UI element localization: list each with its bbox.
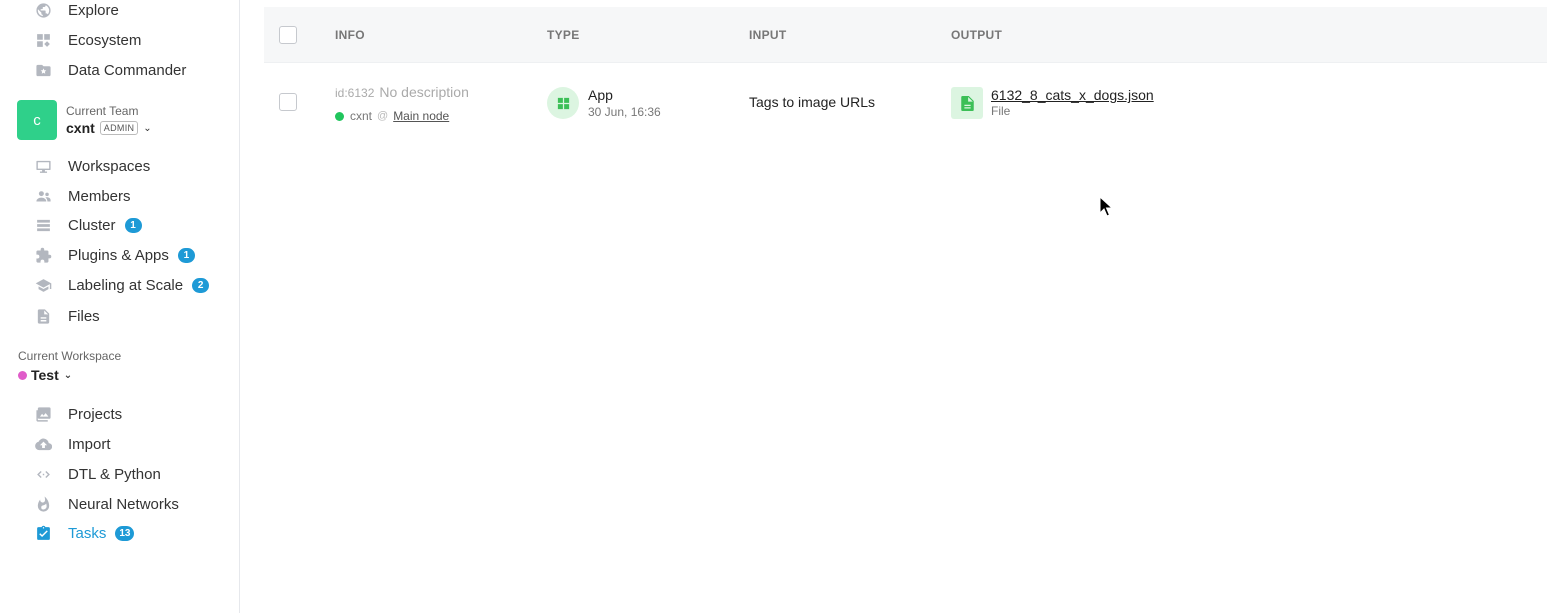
workspace-switcher[interactable]: Test ⌄ (18, 367, 72, 383)
code-icon (34, 465, 52, 483)
sidebar-item-import[interactable]: Import (34, 432, 111, 456)
sidebar-item-workspaces[interactable]: Workspaces (34, 154, 150, 178)
sidebar-item-label: Tasks (68, 524, 107, 542)
file-icon (34, 307, 52, 325)
task-description: No description (379, 84, 469, 100)
role-badge: ADMIN (99, 121, 139, 135)
images-icon (34, 405, 52, 423)
at-symbol: @ (377, 110, 389, 122)
tasks-panel: INFO TYPE INPUT OUTPUT id:6132 No descrip… (241, 0, 1547, 613)
sidebar-item-label: Projects (68, 405, 123, 423)
sidebar-item-explore[interactable]: Explore (34, 0, 119, 22)
sidebar-item-label: Labeling at Scale (68, 276, 184, 294)
team-name: cxnt (66, 120, 95, 136)
members-icon (34, 187, 52, 205)
team-switcher[interactable]: c Current Team cxnt ADMIN ⌄ (17, 100, 152, 140)
sidebar-item-labeling-at-scale[interactable]: Labeling at Scale 2 (34, 273, 210, 297)
file-icon (951, 87, 983, 119)
sidebar-item-plugins-apps[interactable]: Plugins & Apps 1 (34, 243, 195, 267)
status-dot (335, 111, 344, 121)
table-row: id:6132 No description cxnt @ Main node A… (264, 63, 1547, 141)
task-user: cxnt (350, 109, 373, 123)
sidebar-item-label: DTL & Python (68, 465, 161, 483)
sidebar-item-cluster[interactable]: Cluster 1 (34, 213, 142, 237)
sidebar-item-label: Files (68, 307, 100, 325)
cluster-icon (34, 216, 52, 234)
puzzle-icon (34, 246, 52, 264)
sidebar: Explore Ecosystem Data Commander c Curre… (0, 0, 240, 613)
sidebar-item-neural-networks[interactable]: Neural Networks (34, 492, 179, 516)
sidebar-item-label: Plugins & Apps (68, 246, 169, 264)
column-header-input: INPUT (749, 28, 787, 42)
select-all-checkbox[interactable] (279, 26, 297, 44)
row-checkbox[interactable] (279, 93, 297, 111)
sidebar-item-label: Import (68, 435, 111, 453)
count-badge: 1 (124, 217, 142, 233)
workspace-dot (18, 370, 27, 380)
sidebar-item-label: Ecosystem (68, 31, 142, 49)
sidebar-item-members[interactable]: Members (34, 184, 131, 208)
count-badge: 13 (115, 525, 135, 541)
task-input: Tags to image URLs (749, 94, 876, 110)
graduation-cap-icon (34, 276, 52, 294)
sidebar-item-label: Data Commander (68, 61, 187, 79)
team-avatar: c (17, 100, 57, 140)
flame-icon (34, 495, 52, 513)
sidebar-item-data-commander[interactable]: Data Commander (34, 58, 186, 82)
sidebar-item-label: Cluster (68, 216, 116, 234)
chevron-down-icon[interactable]: ⌄ (64, 370, 72, 381)
team-label: Current Team (66, 104, 139, 118)
sidebar-item-tasks[interactable]: Tasks 13 (34, 521, 135, 545)
clipboard-check-icon (34, 524, 52, 542)
app-icon (547, 87, 579, 119)
output-type: File (991, 104, 1011, 118)
workspace-name: Test (31, 367, 59, 383)
sidebar-item-label: Members (68, 187, 131, 205)
cloud-upload-icon (34, 435, 52, 453)
task-info: id:6132 No description (335, 84, 469, 102)
column-header-output: OUTPUT (951, 28, 1003, 42)
monitor-icon (34, 157, 52, 175)
output-file-link[interactable]: 6132_8_cats_x_dogs.json (991, 87, 1154, 103)
workspace-label: Current Workspace (18, 349, 122, 363)
task-id: id:6132 (335, 86, 375, 100)
mouse-cursor-icon (1099, 196, 1113, 217)
column-header-type: TYPE (547, 28, 580, 42)
sidebar-item-label: Workspaces (68, 157, 151, 175)
globe-icon (34, 1, 52, 19)
chevron-down-icon[interactable]: ⌄ (143, 123, 151, 134)
node-link[interactable]: Main node (393, 109, 449, 123)
sidebar-item-projects[interactable]: Projects (34, 402, 122, 426)
table-header: INFO TYPE INPUT OUTPUT (264, 7, 1547, 63)
folder-star-icon (34, 61, 52, 79)
task-node-info: cxnt @ Main node (335, 109, 449, 123)
sidebar-item-label: Explore (68, 1, 119, 19)
column-header-info: INFO (335, 28, 365, 42)
count-badge: 1 (177, 247, 195, 263)
sidebar-item-label: Neural Networks (68, 495, 179, 513)
task-date: 30 Jun, 16:36 (588, 105, 661, 119)
sidebar-item-ecosystem[interactable]: Ecosystem (34, 28, 141, 52)
sidebar-item-dtl-python[interactable]: DTL & Python (34, 462, 161, 486)
ecosystem-icon (34, 31, 52, 49)
task-type: App (588, 87, 613, 103)
count-badge: 2 (192, 277, 210, 293)
sidebar-item-files[interactable]: Files (34, 304, 100, 328)
